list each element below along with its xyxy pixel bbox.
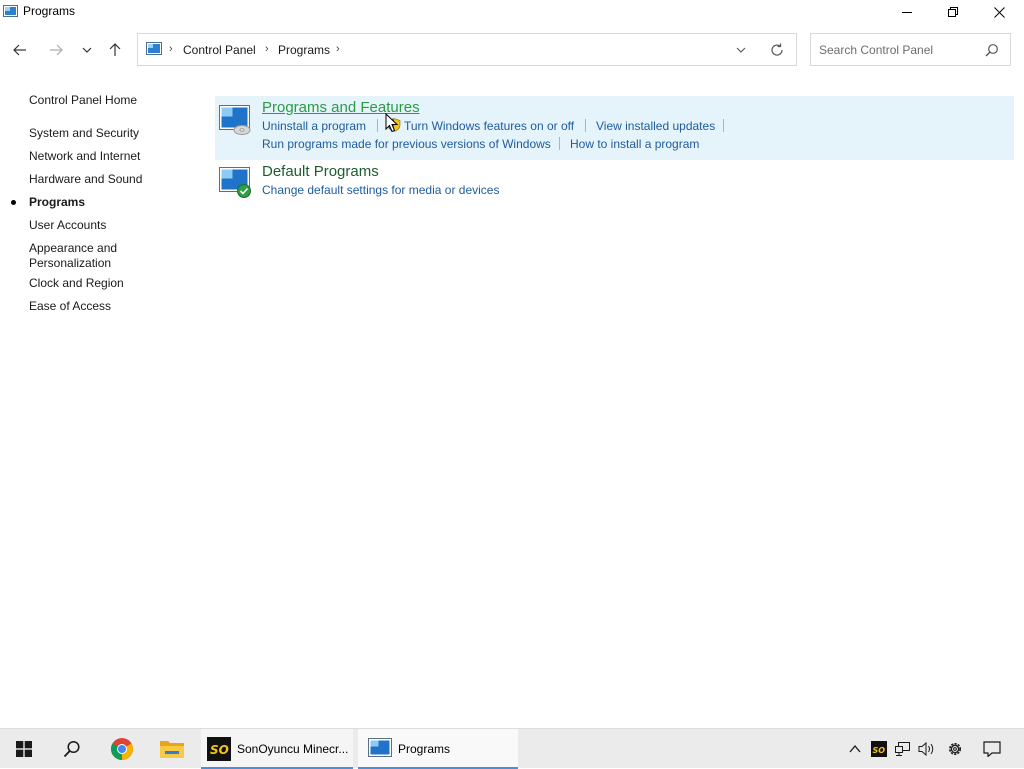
view-installed-updates-link[interactable]: View installed updates [596, 119, 715, 133]
control-panel-icon [3, 5, 18, 17]
svg-text:SO: SO [210, 743, 229, 757]
task-divider [585, 119, 586, 132]
refresh-icon [771, 43, 783, 56]
nav-hardware-and-sound[interactable]: Hardware and Sound [29, 172, 142, 187]
recent-locations-button[interactable] [76, 40, 98, 60]
breadcrumb-programs[interactable]: Programs [278, 43, 330, 57]
close-button[interactable] [976, 0, 1022, 24]
sonoyuncu-tray-icon: SO [871, 741, 887, 757]
sonoyuncu-icon: SO [207, 737, 231, 761]
turn-windows-features-link[interactable]: Turn Windows features on or off [404, 119, 574, 133]
minimize-button[interactable] [884, 0, 930, 24]
nav-system-and-security[interactable]: System and Security [29, 126, 139, 141]
window-title: Programs [23, 4, 76, 18]
arrow-left-icon [13, 44, 26, 56]
run-older-programs-link[interactable]: Run programs made for previous versions … [262, 137, 551, 151]
search-icon[interactable] [985, 43, 999, 57]
volume-button[interactable] [916, 729, 938, 769]
settings-icon [949, 743, 961, 755]
programs-and-features-icon[interactable] [218, 103, 252, 135]
nav-programs[interactable]: Programs [29, 195, 85, 210]
file-explorer-icon [160, 741, 184, 758]
file-explorer-button[interactable] [148, 729, 196, 769]
chrome-button[interactable] [98, 729, 146, 769]
notification-icon [983, 741, 1001, 757]
task-divider [559, 137, 560, 150]
start-button[interactable] [0, 729, 48, 769]
search-icon [63, 740, 80, 758]
network-button[interactable] [892, 729, 914, 769]
change-default-settings-link[interactable]: Change default settings for media or dev… [262, 183, 499, 197]
how-to-install-link[interactable]: How to install a program [570, 137, 699, 151]
taskbar-app-sonoyuncu[interactable]: SO SonOyuncu Minecr... [201, 729, 353, 769]
settings-button[interactable] [943, 729, 967, 769]
back-button[interactable] [9, 40, 31, 60]
nav-appearance-and-personalization[interactable]: Appearance and [29, 241, 117, 256]
nav-clock-and-region[interactable]: Clock and Region [29, 276, 124, 291]
address-history-button[interactable] [732, 43, 750, 57]
chevron-down-icon [736, 47, 746, 53]
nav-network-and-internet[interactable]: Network and Internet [29, 149, 140, 164]
uninstall-program-link[interactable]: Uninstall a program [262, 119, 366, 133]
control-panel-icon [146, 42, 162, 55]
arrow-right-icon [50, 44, 63, 56]
chevron-down-icon [82, 47, 92, 53]
control-panel-home-link[interactable]: Control Panel Home [29, 93, 137, 108]
default-programs-title[interactable]: Default Programs [262, 163, 379, 180]
task-divider [377, 119, 378, 132]
svg-text:SO: SO [873, 746, 886, 755]
breadcrumb-control-panel[interactable]: Control Panel [183, 43, 256, 57]
mouse-pointer-icon [385, 113, 399, 133]
sonoyuncu-tray-button[interactable]: SO [868, 729, 890, 769]
nav-user-accounts[interactable]: User Accounts [29, 218, 106, 233]
start-icon [16, 741, 32, 757]
taskbar-app-label: SonOyuncu Minecr... [237, 742, 349, 756]
taskbar: SO SonOyuncu Minecr... Programs SO [0, 728, 1024, 769]
restore-button[interactable] [930, 0, 976, 24]
refresh-button[interactable] [768, 42, 786, 58]
current-item-bullet [11, 200, 16, 205]
taskbar-app-label: Programs [398, 742, 451, 756]
chevron-right-icon[interactable]: › [336, 43, 340, 55]
programs-and-features-section[interactable]: Programs and Features Uninstall a progra… [215, 96, 1014, 160]
default-programs-icon[interactable] [218, 166, 252, 198]
control-panel-icon [368, 738, 392, 757]
task-divider [723, 119, 724, 132]
nav-appearance-and-personalization-line2[interactable]: Personalization [29, 256, 111, 271]
up-button[interactable] [104, 40, 126, 60]
network-icon [895, 742, 910, 756]
title-bar: Programs [0, 0, 1024, 24]
arrow-up-icon [109, 43, 121, 56]
notification-center-button[interactable] [978, 729, 1006, 769]
chevron-right-icon[interactable]: › [265, 43, 269, 55]
minimize-icon [901, 11, 912, 13]
volume-icon [918, 741, 934, 757]
navigation-bar: › Control Panel › Programs › [0, 24, 1024, 74]
chrome-icon [111, 738, 133, 760]
chevron-up-icon [849, 745, 861, 753]
default-programs-section[interactable]: Default Programs Change default settings… [215, 160, 1014, 204]
nav-ease-of-access[interactable]: Ease of Access [29, 299, 111, 314]
show-hidden-icons-button[interactable] [844, 729, 866, 769]
chevron-right-icon: › [169, 43, 173, 55]
restore-icon [947, 6, 958, 17]
search-box[interactable] [810, 33, 1011, 66]
taskbar-app-programs[interactable]: Programs [358, 729, 518, 769]
search-input[interactable] [812, 35, 980, 64]
close-icon [993, 6, 1005, 18]
forward-button[interactable] [45, 40, 67, 60]
address-bar[interactable]: › Control Panel › Programs › [137, 33, 797, 66]
taskbar-search-button[interactable] [48, 729, 96, 769]
